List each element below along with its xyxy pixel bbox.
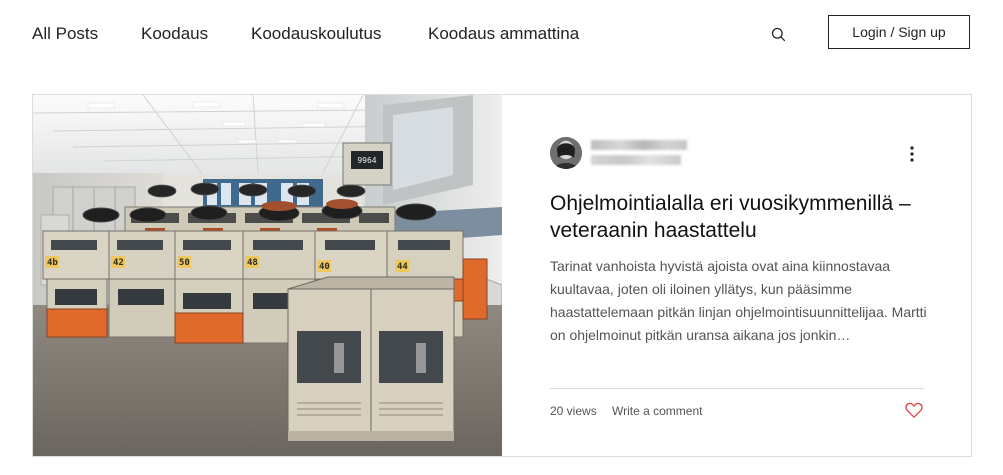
author-name[interactable] [591,140,687,150]
heart-icon[interactable] [905,402,923,419]
search-icon-svg [771,27,786,42]
login-signup-button[interactable]: Login / Sign up [828,15,970,49]
blog-page: All Posts Koodaus Koodauskoulutus Koodau… [0,0,1003,475]
author-avatar[interactable] [550,137,582,169]
nav-item-koodaus-ammattina[interactable]: Koodaus ammattina [428,24,579,44]
cover-unit-label: 42 [113,258,124,268]
more-options-icon[interactable] [906,145,918,163]
view-count: 20 views [550,404,597,418]
post-date-readtime [591,155,681,165]
post-excerpt: Tarinat vanhoista hyvistä ajoista ovat a… [550,258,927,343]
post-card[interactable]: 9964 4b 42 50 48 40 44 Ohjelmointialalla… [32,94,972,457]
footer-divider [550,388,924,389]
heart-icon-svg [905,402,923,418]
nav-item-koodaus[interactable]: Koodaus [141,24,208,44]
cover-unit-label: 50 [179,258,190,268]
cover-unit-label: 40 [319,262,330,272]
mainframe-room-image: 9964 4b 42 50 48 40 44 [33,95,502,456]
nav-item-koodauskoulutus[interactable]: Koodauskoulutus [251,24,381,44]
svg-text:9964: 9964 [357,156,376,165]
top-nav: All Posts Koodaus Koodauskoulutus Koodau… [0,0,1003,68]
nav-item-all-posts[interactable]: All Posts [32,24,98,44]
cover-unit-label: 48 [247,258,258,268]
more-options-icon-svg [910,146,914,162]
cover-unit-label: 44 [397,262,408,272]
write-comment-link[interactable]: Write a comment [612,403,702,419]
post-title[interactable]: Ohjelmointialalla eri vuosikymmenillä – … [550,190,930,244]
cover-unit-label: 4b [47,258,58,268]
avatar-image [550,137,582,169]
search-icon[interactable] [770,26,788,44]
post-cover-image[interactable]: 9964 4b 42 50 48 40 44 [33,95,502,456]
post-content: Ohjelmointialalla eri vuosikymmenillä – … [502,95,971,456]
